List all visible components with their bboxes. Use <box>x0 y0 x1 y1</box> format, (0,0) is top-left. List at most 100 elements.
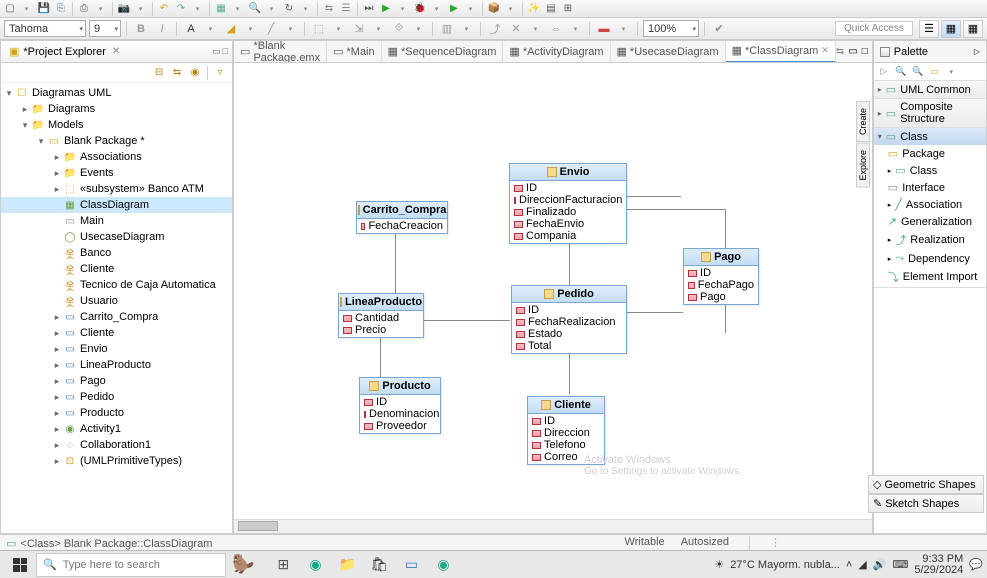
palette-item-class[interactable]: ▸▭Class <box>874 162 986 179</box>
fontsize-combo[interactable]: 9 <box>89 20 121 37</box>
uml-class-producto[interactable]: Producto ID Denominacion Proveedor <box>359 377 441 434</box>
explorer-icon[interactable]: 📁 <box>336 554 358 576</box>
play-icon[interactable]: ▶ <box>378 1 394 17</box>
wifi-icon[interactable]: ◢ <box>858 558 866 571</box>
spacing-button[interactable]: ⇔ <box>547 20 565 38</box>
tree-usecase[interactable]: ◯UsecaseDiagram <box>1 229 232 245</box>
refresh-icon[interactable]: ↻ <box>281 1 297 17</box>
tab-classdiagram[interactable]: ▦*ClassDiagram✕ <box>726 41 836 63</box>
connector-button[interactable]: ✕ <box>507 20 525 38</box>
save-icon[interactable]: 💾 <box>36 1 52 17</box>
tree-lineaproducto[interactable]: ▸▭LineaProducto <box>1 357 232 373</box>
tree-activity[interactable]: ▸◉Activity1 <box>1 421 232 437</box>
maximize-icon[interactable]: □ <box>223 46 228 57</box>
tree-diagrams[interactable]: ▸📁Diagrams <box>1 101 232 117</box>
focus-icon[interactable]: ◉ <box>187 65 203 81</box>
run-icon[interactable]: ▶ <box>446 1 462 17</box>
cortana-icon[interactable]: 🦫 <box>232 554 254 575</box>
hide-button[interactable]: ▬ <box>595 20 613 38</box>
palette-item-element-import[interactable]: ⤵Element Import <box>874 267 986 287</box>
save-all-icon[interactable]: ⎘ <box>53 1 69 17</box>
tab-blank-package[interactable]: ▭*Blank Package.emx <box>234 41 327 63</box>
palette-section-uml-common[interactable]: ▸▭UML Common <box>874 81 986 98</box>
search-icon[interactable]: 🔍 <box>247 1 263 17</box>
tree-producto[interactable]: ▸▭Producto <box>1 405 232 421</box>
uml-class-carrito[interactable]: Carrito_Compra FechaCreacion <box>356 201 448 234</box>
tree-blank-package[interactable]: ▾▭Blank Package * <box>1 133 232 149</box>
print-icon[interactable]: ⎙ <box>76 1 92 17</box>
quick-access-input[interactable]: Quick Access <box>835 21 913 36</box>
clock[interactable]: 9:33 PM 5/29/2024 <box>914 554 963 576</box>
palette-section-class[interactable]: ▾▭Class <box>874 128 986 145</box>
tree-main[interactable]: ▭Main <box>1 213 232 229</box>
bold-button[interactable]: B <box>132 20 150 38</box>
redo-icon[interactable]: ↷ <box>173 1 189 17</box>
align-button[interactable]: ▥ <box>438 20 456 38</box>
tree-banco[interactable]: 웃Banco <box>1 245 232 261</box>
skip-icon[interactable]: ⏭ <box>361 1 377 17</box>
volume-icon[interactable]: 🔊 <box>873 558 887 571</box>
nav-icon[interactable]: ☰ <box>338 1 354 17</box>
link-editor-icon[interactable]: ⇆ <box>169 65 185 81</box>
perspective-uml-button[interactable]: ▦ <box>941 20 961 38</box>
tree-cliente2[interactable]: ▸▭Cliente <box>1 325 232 341</box>
autosize-button[interactable]: ⟐ <box>390 20 408 38</box>
tree-classdiagram[interactable]: ▦ClassDiagram <box>1 197 232 213</box>
tree-subsystem[interactable]: ▸⬚«subsystem» Banco ATM <box>1 181 232 197</box>
tree-models[interactable]: ▾📁Models <box>1 117 232 133</box>
router-button[interactable]: ⤴ <box>486 20 504 38</box>
zoom-out-icon[interactable]: 🔍 <box>911 65 925 79</box>
new-dropdown[interactable] <box>19 1 35 17</box>
uml-class-cliente[interactable]: Cliente ID Direccion Telefono Correo <box>527 396 605 465</box>
palette-item-dependency[interactable]: ▸⤳Dependency <box>874 250 986 267</box>
tree-envio[interactable]: ▸▭Envio <box>1 341 232 357</box>
app2-icon[interactable]: ◉ <box>432 554 454 576</box>
view-menu-icon[interactable]: ▿ <box>212 65 228 81</box>
language-icon[interactable]: ⌨ <box>892 558 908 571</box>
maximize-icon[interactable]: □ <box>862 46 868 57</box>
palette-item-package[interactable]: ▭Package <box>874 145 986 162</box>
tree-associations[interactable]: ▸📁Associations <box>1 149 232 165</box>
camera-icon[interactable]: 📷 <box>116 1 132 17</box>
palette-item-association[interactable]: ▸╱Association <box>874 196 986 213</box>
zoom-combo[interactable]: 100% <box>643 20 699 37</box>
debug-icon[interactable]: 🐞 <box>412 1 428 17</box>
start-button[interactable] <box>4 552 36 578</box>
palette-item-realization[interactable]: ▸⤴Realization <box>874 230 986 250</box>
tab-main[interactable]: ▭*Main <box>327 41 382 63</box>
diagram-canvas[interactable]: Envio ID DireccionFacturacion Finalizado… <box>234 63 872 519</box>
store-icon[interactable]: 🛍 <box>368 554 390 576</box>
project-explorer-tab[interactable]: ▣ *Project Explorer ✕ <box>5 43 124 60</box>
search-input[interactable] <box>63 559 219 571</box>
minimize-icon[interactable]: ▭ <box>212 46 221 57</box>
edge-icon[interactable]: ◉ <box>304 554 326 576</box>
doc-icon[interactable]: ▤ <box>543 1 559 17</box>
palette-section-sketch[interactable]: ✎Sketch Shapes <box>868 494 984 513</box>
tree-tecnico[interactable]: 웃Tecnico de Caja Automatica <box>1 277 232 293</box>
taskview-icon[interactable]: ⊞ <box>272 554 294 576</box>
tree-events[interactable]: ▸📁Events <box>1 165 232 181</box>
wand-icon[interactable]: ✨ <box>526 1 542 17</box>
undo-icon[interactable]: ↶ <box>156 1 172 17</box>
palette-item-interface[interactable]: ▭Interface <box>874 179 986 196</box>
tree-root[interactable]: ▾☐Diagramas UML <box>1 85 232 101</box>
note-icon[interactable]: ▭ <box>928 65 942 79</box>
link-icon[interactable]: ⇆ <box>321 1 337 17</box>
uml-class-pedido[interactable]: Pedido ID FechaRealizacion Estado Total <box>511 285 627 354</box>
select-all-button[interactable]: ⬚ <box>310 20 328 38</box>
font-combo[interactable]: Tahoma <box>4 20 86 37</box>
fontcolor-button[interactable]: A <box>182 20 200 38</box>
tab-activity[interactable]: ▦*ActivityDiagram <box>503 41 610 63</box>
perspective-java-button[interactable]: ▦ <box>963 20 983 38</box>
tree-pago[interactable]: ▸▭Pago <box>1 373 232 389</box>
palette-section-composite[interactable]: ▸▭Composite Structure <box>874 99 986 127</box>
horizontal-scrollbar[interactable] <box>234 519 872 533</box>
sidetab-create[interactable]: Create <box>856 101 870 142</box>
uml-class-linea[interactable]: LineaProducto Cantidad Precio <box>338 293 424 338</box>
palette-item-generalization[interactable]: ↗Generalization <box>874 213 986 230</box>
collapse-icon[interactable]: ⊟ <box>151 65 167 81</box>
pointer-icon[interactable]: ▷ <box>877 65 891 79</box>
new-icon[interactable]: ▢ <box>2 1 18 17</box>
arrange-button[interactable]: ⇲ <box>350 20 368 38</box>
tray-chevron-icon[interactable]: ˄ <box>846 559 852 571</box>
